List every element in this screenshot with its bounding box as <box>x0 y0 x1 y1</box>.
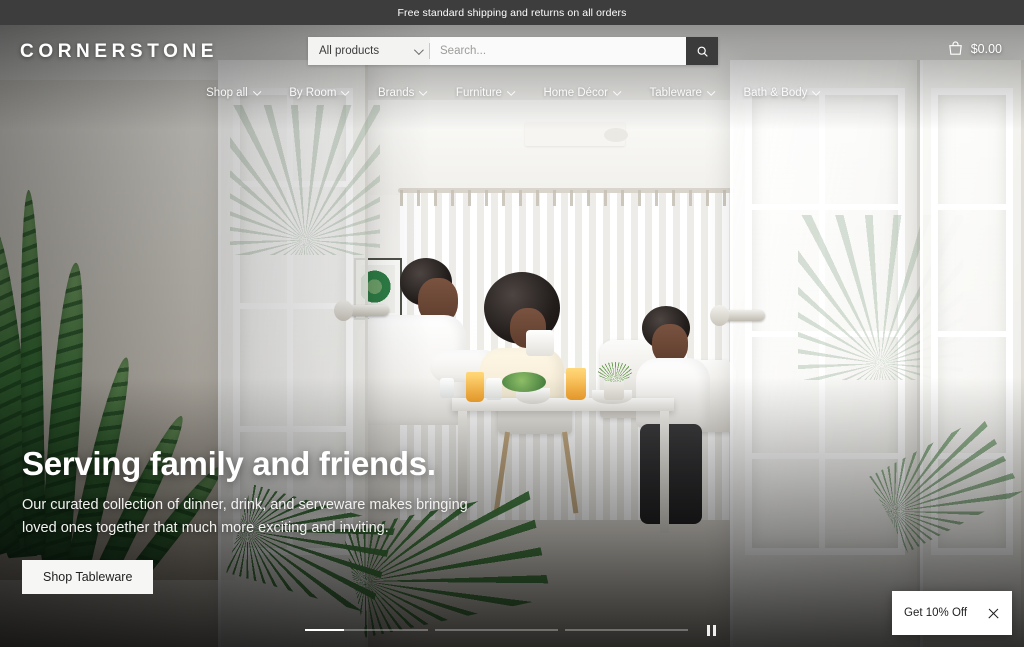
carousel-pause-button[interactable] <box>704 623 720 637</box>
search-category-select[interactable]: All products <box>308 37 430 65</box>
nav-item-brands[interactable]: Brands <box>377 87 428 99</box>
chevron-down-icon <box>613 87 622 96</box>
chevron-down-icon <box>252 87 261 96</box>
hero-title: Serving family and friends. <box>22 445 436 483</box>
chevron-down-icon <box>812 87 821 96</box>
nav-label: Shop all <box>206 87 248 99</box>
promo-banner: Free standard shipping and returns on al… <box>0 0 1024 25</box>
carousel-progress-slide-3[interactable] <box>564 629 688 631</box>
close-icon[interactable] <box>987 607 1000 620</box>
carousel-progress-fill <box>304 629 344 631</box>
shop-tableware-button[interactable]: Shop Tableware <box>22 560 154 594</box>
carousel-progress-slide-2[interactable] <box>434 629 558 631</box>
nav-label: By Room <box>289 87 337 99</box>
nav-label: Bath & Body <box>743 87 808 99</box>
shopping-bag-icon <box>948 41 962 55</box>
search-category-label: All products <box>319 45 380 57</box>
cart-button[interactable]: $0.00 <box>947 40 1002 57</box>
hero-subtitle: Our curated collection of dinner, drink,… <box>22 497 468 537</box>
promo-popup[interactable]: Get 10% Off <box>892 591 1012 635</box>
chevron-down-icon <box>413 44 424 55</box>
carousel-controls <box>0 623 1024 637</box>
nav-label: Brands <box>377 87 415 99</box>
pause-icon-bar <box>707 624 710 636</box>
chevron-down-icon <box>419 87 428 96</box>
chevron-down-icon <box>507 87 516 96</box>
main-navigation: Shop all By Room Brands Furniture Home D… <box>0 82 1024 104</box>
nav-item-by-room[interactable]: By Room <box>289 87 350 99</box>
chevron-down-icon <box>707 87 715 96</box>
nav-item-tableware[interactable]: Tableware <box>649 87 715 99</box>
nav-item-bath-and-body[interactable]: Bath & Body <box>743 87 821 99</box>
select-divider <box>429 43 430 59</box>
nav-item-furniture[interactable]: Furniture <box>455 87 516 99</box>
ceiling-light <box>604 128 628 142</box>
site-logo[interactable]: CORNERSTONE <box>20 41 218 63</box>
promo-popup-label: Get 10% Off <box>904 607 968 619</box>
nav-label: Tableware <box>649 87 702 99</box>
cart-total: $0.00 <box>970 41 1002 56</box>
mug <box>526 330 554 356</box>
search-submit-button[interactable] <box>686 37 718 65</box>
nav-item-home-decor[interactable]: Home Décor <box>543 87 622 99</box>
search-input[interactable] <box>430 37 686 65</box>
search-icon <box>697 46 708 57</box>
hero-content: Serving family and friends. Our curated … <box>22 445 492 594</box>
carousel-progress-slide-1[interactable] <box>304 629 428 631</box>
nav-label: Home Décor <box>543 87 609 99</box>
door-handle <box>710 305 765 326</box>
search-bar: All products <box>308 37 718 65</box>
pause-icon-bar <box>713 624 716 636</box>
curtain-rings <box>400 190 730 206</box>
nav-item-shop-all[interactable]: Shop all <box>206 87 261 99</box>
chevron-down-icon <box>341 87 350 96</box>
nav-label: Furniture <box>455 87 502 99</box>
promo-banner-text: Free standard shipping and returns on al… <box>397 6 627 19</box>
